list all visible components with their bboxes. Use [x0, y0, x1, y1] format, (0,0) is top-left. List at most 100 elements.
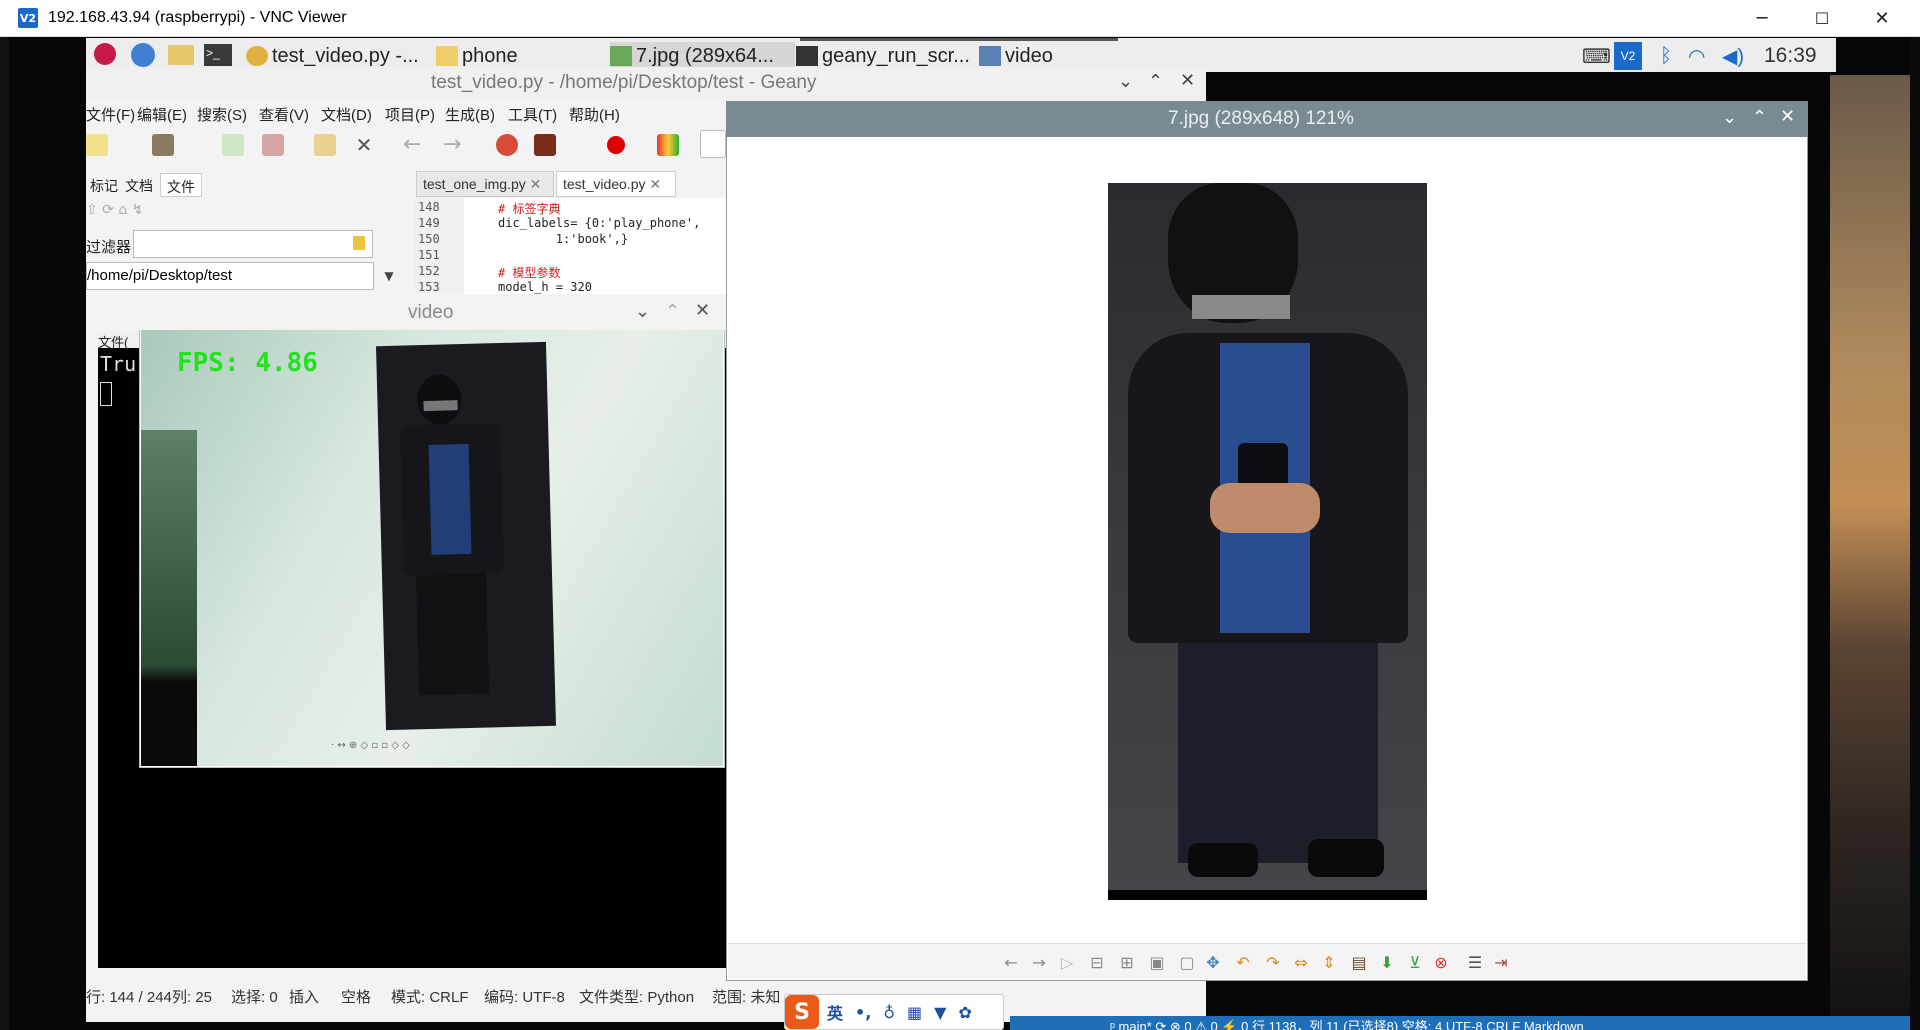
geany-close-icon[interactable]: ✕	[1180, 70, 1195, 91]
save-icon[interactable]: ⬇	[1378, 954, 1396, 972]
browser-icon[interactable]	[131, 43, 155, 67]
fit-icon[interactable]: ▣	[1148, 954, 1166, 972]
menu-view[interactable]: 查看(V)	[259, 104, 309, 125]
revert-icon[interactable]	[314, 134, 336, 156]
open-file-icon[interactable]: ▤	[1350, 954, 1368, 972]
path-combo[interactable]: /home/pi/Desktop/test	[86, 262, 374, 290]
microphone-icon[interactable]: ♁	[883, 1003, 895, 1022]
menu-document[interactable]: 文档(D)	[321, 104, 372, 125]
filter-input[interactable]	[133, 230, 373, 258]
skin-icon[interactable]: ▼	[934, 1003, 946, 1022]
close-tab-icon[interactable]: ✕	[649, 176, 661, 192]
compile-icon[interactable]	[496, 134, 518, 156]
image-viewer-titlebar: 7.jpg (289x648) 121% ⌄ ⌃ ✕	[726, 101, 1808, 137]
menu-tools[interactable]: 工具(T)	[508, 104, 557, 125]
bluetooth-icon[interactable]: ᛒ	[1660, 44, 1672, 68]
open-file-icon[interactable]	[152, 134, 174, 156]
task-image-viewer[interactable]: 7.jpg (289x64...	[610, 42, 795, 70]
ime-punct-toggle[interactable]: •,	[855, 1003, 871, 1022]
new-file-icon[interactable]	[86, 134, 108, 156]
file-nav-icons[interactable]: ⇧ ⟳ ⌂ ↯	[86, 202, 206, 222]
menu-build[interactable]: 生成(B)	[445, 104, 495, 125]
task-test-video[interactable]: test_video.py -...	[246, 42, 431, 70]
flip-horizontal-icon[interactable]: ⇔	[1292, 954, 1310, 972]
close-tab-icon[interactable]: ✕	[530, 176, 542, 192]
video-minimize-icon[interactable]: ⌄	[635, 301, 650, 322]
fullscreen-icon[interactable]: ✥	[1204, 954, 1222, 972]
code-line: 1:'book',}	[498, 232, 629, 246]
ime-lang-toggle[interactable]: 英	[827, 1000, 843, 1024]
task-phone[interactable]: phone	[436, 42, 616, 70]
vnc-tray-icon[interactable]: V2	[1614, 42, 1642, 70]
raspberry-menu-icon[interactable]	[94, 43, 116, 65]
minimize-button[interactable]: ─	[1733, 0, 1791, 37]
zoom-out-icon[interactable]: ⊟	[1088, 954, 1106, 972]
video-close-icon[interactable]: ✕	[695, 300, 710, 321]
color-chooser-icon[interactable]	[657, 134, 679, 156]
wifi-icon[interactable]: ◠	[1688, 44, 1705, 68]
menu-edit[interactable]: 编辑(E)	[137, 104, 187, 125]
rotate-right-icon[interactable]: ↷	[1264, 954, 1282, 972]
search-box[interactable]	[700, 130, 726, 158]
tab-symbols[interactable]: 标记	[84, 173, 124, 197]
rotate-left-icon[interactable]: ↶	[1234, 954, 1252, 972]
geany-title: test_video.py - /home/pi/Desktop/test - …	[431, 72, 817, 93]
save-all-icon[interactable]	[262, 134, 284, 156]
slideshow-icon[interactable]: ▷	[1058, 954, 1076, 972]
tab-files[interactable]: 文件	[160, 173, 202, 197]
terminal-tab[interactable]: 文件(	[98, 332, 144, 350]
keyboard-icon[interactable]: ⌨	[1582, 44, 1611, 68]
menu-file[interactable]: 文件(F)	[86, 104, 135, 125]
zoom-in-icon[interactable]: ⊞	[1118, 954, 1136, 972]
code-editor[interactable]: 148 149 150 151 152 153 # 标签字典 dic_label…	[414, 198, 726, 294]
maximize-button[interactable]: ☐	[1793, 0, 1851, 37]
line-number: 149	[418, 216, 440, 230]
tab-test-one-img[interactable]: test_one_img.py ✕	[416, 171, 554, 197]
viewer-maximize-icon[interactable]: ⌃	[1752, 107, 1767, 128]
save-icon[interactable]	[222, 134, 244, 156]
next-image-icon[interactable]: →	[1030, 954, 1048, 972]
prev-image-icon[interactable]: ←	[1002, 954, 1020, 972]
menu-help[interactable]: 帮助(H)	[569, 104, 620, 125]
viewer-minimize-icon[interactable]: ⌄	[1722, 107, 1737, 128]
video-maximize-icon[interactable]: ⌃	[665, 301, 680, 322]
menu-search[interactable]: 搜索(S)	[197, 104, 247, 125]
keyboard-icon[interactable]: ▦	[907, 1003, 922, 1022]
video-titlebar: video ⌄ ⌃ ✕	[139, 296, 725, 330]
line-number: 151	[418, 248, 440, 262]
close-button[interactable]: ✕	[1853, 0, 1911, 37]
line-number: 153	[418, 280, 440, 294]
task-geany-run-script[interactable]: geany_run_scr...	[796, 42, 976, 70]
stop-icon[interactable]	[607, 136, 625, 154]
sogou-logo-icon[interactable]: S	[785, 995, 819, 1029]
original-size-icon[interactable]: ▢	[1178, 954, 1196, 972]
tab-documents[interactable]: 文档	[119, 173, 159, 197]
quit-icon[interactable]: ⇥	[1492, 954, 1510, 972]
close-file-icon[interactable]: ✕	[353, 134, 375, 156]
clock[interactable]: 16:39	[1764, 44, 1817, 68]
face-blur	[423, 400, 458, 412]
clear-filter-icon[interactable]	[353, 236, 365, 250]
menu-project[interactable]: 项目(P)	[385, 104, 435, 125]
code-comment: # 标签字典	[498, 202, 561, 216]
geany-minimize-icon[interactable]: ⌄	[1118, 71, 1133, 92]
terminal-launcher-icon[interactable]: >_	[204, 44, 232, 66]
tab-test-video[interactable]: test_video.py ✕	[556, 171, 676, 197]
task-video[interactable]: video	[979, 42, 1119, 70]
forward-icon[interactable]: →	[443, 134, 465, 156]
delete-icon[interactable]: ⊗	[1432, 954, 1450, 972]
preferences-icon[interactable]: ☰	[1466, 954, 1484, 972]
path-dropdown-icon[interactable]: ▼	[377, 262, 401, 290]
geany-maximize-icon[interactable]: ⌃	[1148, 71, 1163, 92]
volume-icon[interactable]: ◀)	[1722, 44, 1744, 68]
photo-bottom-bar	[1108, 890, 1427, 900]
toolbox-icon[interactable]: ✿	[958, 1003, 971, 1022]
build-icon[interactable]	[534, 134, 556, 156]
file-manager-icon[interactable]	[168, 45, 194, 65]
flip-vertical-icon[interactable]: ⇕	[1320, 954, 1338, 972]
vnc-logo-icon: V2	[18, 8, 38, 28]
geany-icon	[246, 46, 268, 66]
save-as-icon[interactable]: ⊻	[1406, 954, 1424, 972]
viewer-close-icon[interactable]: ✕	[1780, 106, 1795, 127]
back-icon[interactable]: ←	[403, 134, 425, 156]
